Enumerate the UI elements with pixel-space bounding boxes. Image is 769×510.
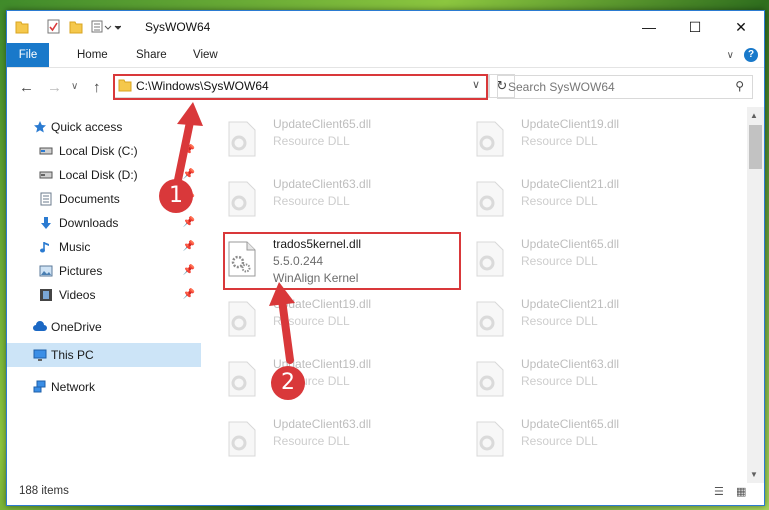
- arrow-2-shaft: [278, 296, 294, 364]
- arrow-1-head: [177, 102, 203, 126]
- arrow-1-shaft: [174, 118, 194, 184]
- annotation-arrows: [174, 102, 295, 364]
- arrow-2-head: [269, 282, 295, 306]
- step-2-badge: 2: [271, 366, 305, 400]
- step-1-badge: 1: [159, 179, 193, 213]
